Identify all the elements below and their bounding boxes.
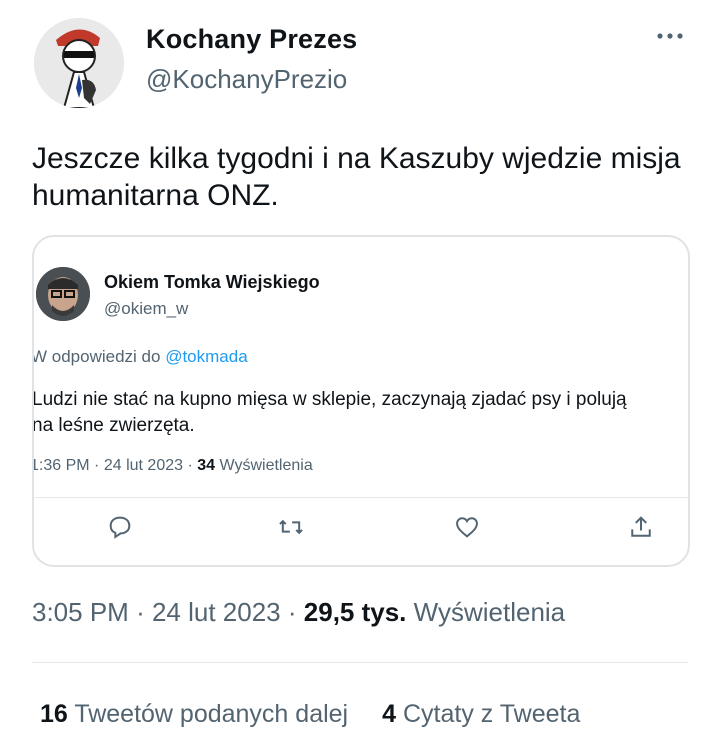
- quoted-author-avatar[interactable]: [36, 267, 90, 321]
- author-name[interactable]: Kochany Prezes: [146, 24, 357, 55]
- quoted-text-line: Ludzi nie stać na kupno mięsa w sklepie,…: [32, 389, 627, 410]
- reply-to-link[interactable]: @tokmada: [165, 347, 247, 366]
- retweets-stat[interactable]: 16 Tweetów podanych dalej: [40, 700, 348, 728]
- retweet-button[interactable]: [277, 513, 305, 541]
- quoted-author-handle[interactable]: @okiem_w: [104, 299, 188, 319]
- like-button[interactable]: [453, 513, 481, 541]
- separator: ·: [287, 597, 297, 627]
- quoted-date[interactable]: 24 lut 2023: [104, 457, 183, 474]
- share-button[interactable]: [627, 513, 655, 541]
- more-horizontal-icon: [657, 33, 683, 39]
- quoted-tweet-text: Ludzi nie stać na kupno mięsa w sklepie,…: [32, 387, 686, 439]
- quoted-text-line: na leśne zwierzęta.: [32, 415, 195, 436]
- quotes-stat[interactable]: 4 Cytaty z Tweeta: [382, 700, 580, 728]
- views-count: 29,5 tys.: [303, 597, 407, 627]
- tweet-meta: 3:05 PM · 24 lut 2023 · 29,5 tys. Wyświe…: [32, 597, 565, 628]
- more-options-button[interactable]: [652, 26, 688, 54]
- author-avatar[interactable]: [34, 18, 124, 108]
- quoted-author-name[interactable]: Okiem Tomka Wiejskiego: [104, 272, 320, 293]
- views-label: Wyświetlenia: [413, 597, 566, 627]
- avatar-illustration: [34, 18, 124, 108]
- quoted-meta: 1:36 PM · 24 lut 2023 · 34 Wyświetlenia: [34, 457, 313, 475]
- quoted-divider: [34, 497, 688, 498]
- retweets-count: 16: [40, 700, 68, 728]
- reply-icon: [109, 516, 131, 539]
- share-icon: [631, 516, 651, 537]
- retweets-label: Tweetów podanych dalej: [74, 700, 349, 728]
- separator: ·: [187, 457, 193, 474]
- retweet-icon: [279, 519, 303, 535]
- reply-button[interactable]: [106, 513, 134, 541]
- quoted-action-bar: [34, 507, 688, 547]
- quoted-tweet-card[interactable]: Okiem Tomka Wiejskiego @okiem_w W odpowi…: [32, 235, 690, 567]
- quotes-count: 4: [382, 700, 397, 728]
- separator: ·: [136, 597, 145, 627]
- tweet-date[interactable]: 24 lut 2023: [152, 597, 281, 627]
- like-icon: [456, 517, 478, 538]
- quotes-label: Cytaty z Tweeta: [402, 700, 581, 728]
- author-handle[interactable]: @KochanyPrezio: [146, 64, 347, 95]
- quoted-views-label: Wyświetlenia: [219, 457, 313, 474]
- tweet-text: Jeszcze kilka tygodni i na Kaszuby wjedz…: [32, 142, 681, 212]
- quoted-avatar-photo: [36, 267, 90, 321]
- separator: ·: [94, 457, 100, 474]
- tweet-time[interactable]: 3:05 PM: [32, 597, 129, 627]
- divider: [32, 662, 688, 663]
- quoted-time[interactable]: 1:36 PM: [34, 457, 90, 474]
- quoted-reply-context: W odpowiedzi do @tokmada: [32, 347, 248, 367]
- engagement-stats: 16 Tweetów podanych dalej 4 Cytaty z Twee…: [40, 700, 580, 729]
- quoted-views-count: 34: [197, 457, 216, 474]
- reply-prefix: W odpowiedzi do: [32, 347, 161, 366]
